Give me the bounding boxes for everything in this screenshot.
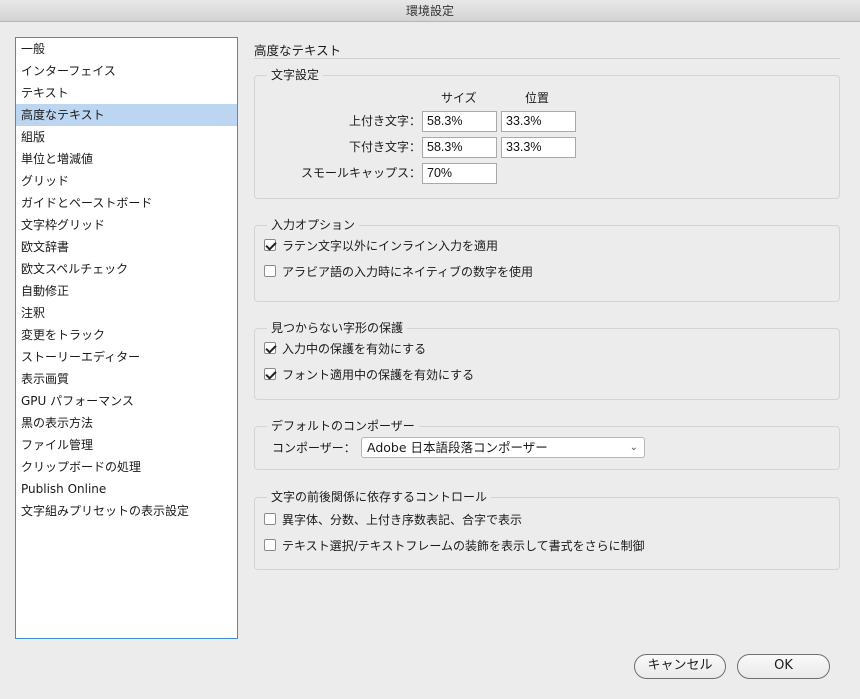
sidebar-item[interactable]: グリッド (16, 170, 237, 192)
arabic-digits-checkbox[interactable] (264, 265, 276, 277)
sidebar-item[interactable]: Publish Online (16, 478, 237, 500)
sidebar-item[interactable]: ガイドとペーストボード (16, 192, 237, 214)
sidebar-item[interactable]: 組版 (16, 126, 237, 148)
sidebar-item[interactable]: 高度なテキスト (16, 104, 237, 126)
protect-font-checkbox[interactable] (264, 368, 276, 380)
sidebar-item[interactable]: クリップボードの処理 (16, 456, 237, 478)
input-options-legend: 入力オプション (267, 217, 360, 233)
default-composer-group: デフォルトのコンポーザー コンポーザー： Adobe 日本語段落コンポーザー ⌄ (254, 418, 840, 470)
page-title: 高度なテキスト (254, 43, 342, 58)
sidebar-item[interactable]: ストーリーエディター (16, 346, 237, 368)
superscript-label: 上付き文字： (348, 114, 421, 128)
ok-button[interactable]: OK (737, 654, 830, 679)
show-alternates-option[interactable]: 異字体、分数、上付き序数表記、合字で表示 (264, 511, 522, 527)
missing-glyph-group: 見つからない字形の保護 入力中の保護を有効にする フォント適用中の保護を有効にす… (254, 320, 840, 400)
protect-font-option[interactable]: フォント適用中の保護を有効にする (264, 366, 474, 382)
char-settings-group: 文字設定 サイズ 位置 上付き文字： 58.3% 33.3% 下付き文字： 58… (254, 67, 840, 199)
contextual-controls-group: 文字の前後関係に依存するコントロール 異字体、分数、上付き序数表記、合字で表示 … (254, 489, 840, 570)
arabic-digits-label: アラビア語の入力時にネイティブの数字を使用 (282, 264, 534, 279)
arabic-digits-option[interactable]: アラビア語の入力時にネイティブの数字を使用 (264, 263, 533, 279)
default-composer-legend: デフォルトのコンポーザー (267, 418, 419, 434)
contextual-controls-legend: 文字の前後関係に依存するコントロール (267, 489, 492, 505)
text-selection-option[interactable]: テキスト選択/テキストフレームの装飾を表示して書式をさらに制御 (264, 537, 645, 553)
sidebar-item[interactable]: 文字枠グリッド (16, 214, 237, 236)
sidebar-item[interactable]: 自動修正 (16, 280, 237, 302)
subscript-size-field[interactable]: 58.3% (422, 137, 497, 158)
input-options-group: 入力オプション ラテン文字以外にインライン入力を適用 アラビア語の入力時にネイテ… (254, 217, 840, 302)
small-caps-label: スモールキャップス： (300, 166, 421, 180)
window-title: 環境設定 (0, 0, 860, 22)
sidebar-item[interactable]: GPU パフォーマンス (16, 390, 237, 412)
superscript-size-field[interactable]: 58.3% (422, 111, 497, 132)
inline-input-label: ラテン文字以外にインライン入力を適用 (282, 238, 499, 253)
chevron-down-icon: ⌄ (629, 442, 638, 453)
sidebar-item[interactable]: 一般 (16, 38, 237, 60)
show-alternates-checkbox[interactable] (264, 513, 276, 525)
superscript-position-field[interactable]: 33.3% (501, 111, 576, 132)
sidebar-item[interactable]: 欧文スペルチェック (16, 258, 237, 280)
title-divider (254, 58, 840, 59)
subscript-position-field[interactable]: 33.3% (501, 137, 576, 158)
show-alternates-label: 異字体、分数、上付き序数表記、合字で表示 (282, 512, 523, 527)
text-selection-label: テキスト選択/テキストフレームの装飾を表示して書式をさらに制御 (282, 538, 645, 553)
sidebar-item[interactable]: 文字組みプリセットの表示設定 (16, 500, 237, 522)
size-column-header: サイズ (441, 91, 477, 105)
composer-select[interactable]: Adobe 日本語段落コンポーザー ⌄ (361, 437, 645, 458)
protect-font-label: フォント適用中の保護を有効にする (282, 367, 475, 382)
category-list[interactable]: 一般 インターフェイス テキスト 高度なテキスト 組版 単位と増減値 グリッド ガイドとペース… (15, 37, 238, 639)
composer-label: コンポーザー： (272, 441, 356, 455)
sidebar-item[interactable]: 単位と増減値 (16, 148, 237, 170)
protect-typing-label: 入力中の保護を有効にする (282, 341, 427, 356)
char-settings-legend: 文字設定 (267, 67, 324, 83)
position-column-header: 位置 (525, 91, 550, 105)
inline-input-checkbox[interactable] (264, 239, 276, 251)
sidebar-item[interactable]: 変更をトラック (16, 324, 237, 346)
protect-typing-checkbox[interactable] (264, 342, 276, 354)
sidebar-item[interactable]: 黒の表示方法 (16, 412, 237, 434)
inline-input-option[interactable]: ラテン文字以外にインライン入力を適用 (264, 237, 498, 253)
missing-glyph-legend: 見つからない字形の保護 (267, 320, 408, 336)
sidebar-item[interactable]: インターフェイス (16, 60, 237, 82)
sidebar-item[interactable]: 表示画質 (16, 368, 237, 390)
sidebar-item[interactable]: テキスト (16, 82, 237, 104)
composer-select-value: Adobe 日本語段落コンポーザー (367, 440, 548, 455)
protect-typing-option[interactable]: 入力中の保護を有効にする (264, 340, 426, 356)
cancel-button[interactable]: キャンセル (634, 654, 726, 679)
sidebar-item[interactable]: 注釈 (16, 302, 237, 324)
small-caps-size-field[interactable]: 70% (422, 163, 497, 184)
sidebar-item[interactable]: 欧文辞書 (16, 236, 237, 258)
subscript-label: 下付き文字： (348, 140, 421, 154)
sidebar-item[interactable]: ファイル管理 (16, 434, 237, 456)
text-selection-checkbox[interactable] (264, 539, 276, 551)
